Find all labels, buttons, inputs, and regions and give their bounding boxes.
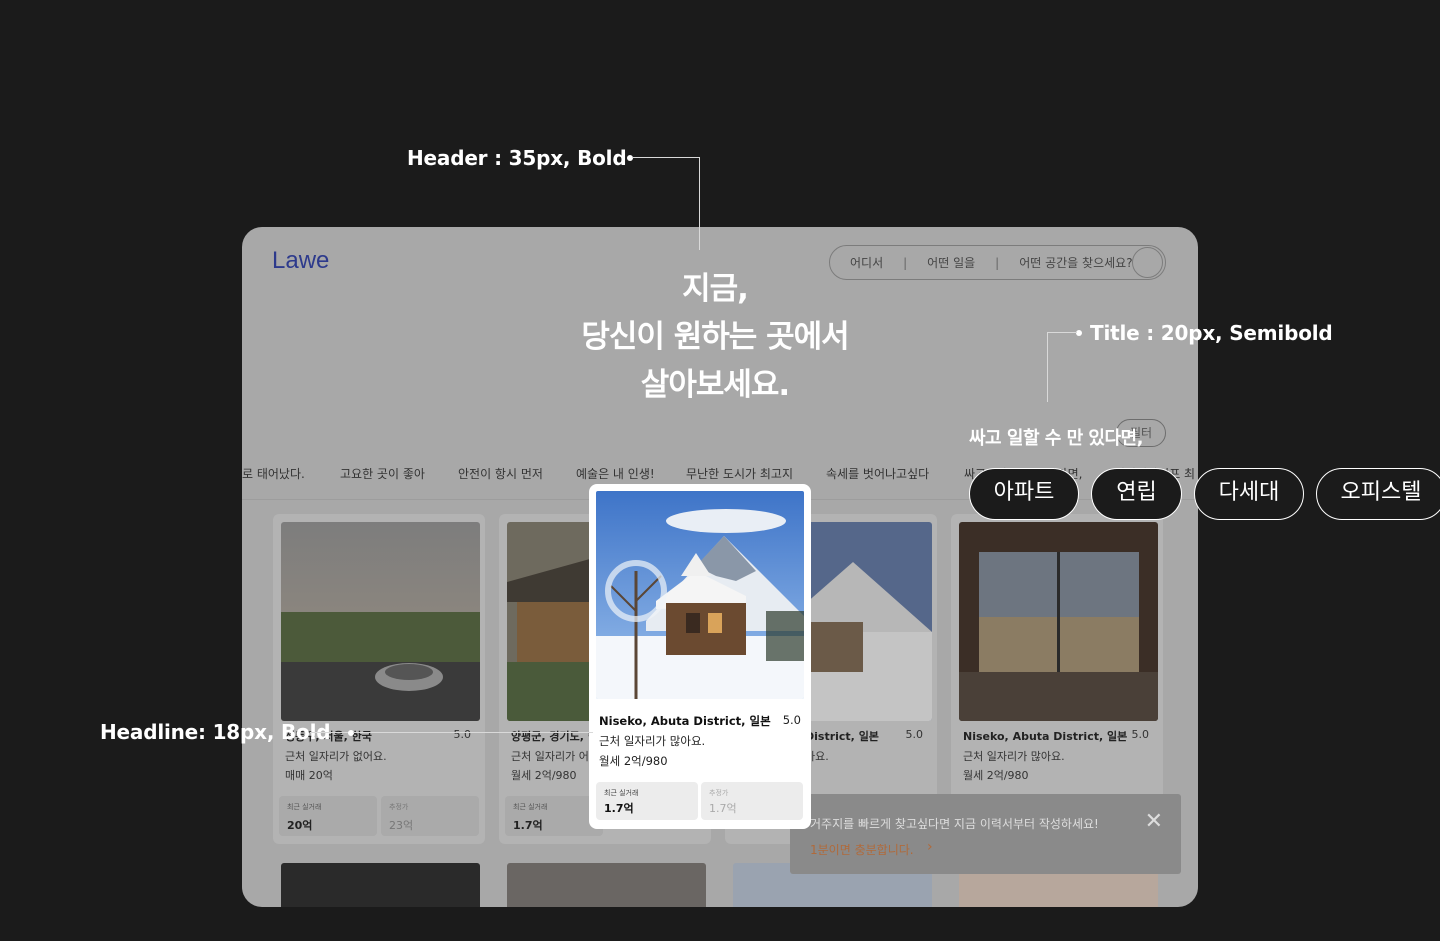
- annotation-dot: [627, 155, 633, 161]
- stat-value: 20억: [287, 819, 313, 832]
- hero-line-1: 지금,: [682, 271, 749, 307]
- category-tab[interactable]: 무난한 도시가 최고지: [686, 465, 793, 482]
- stat-value: 1.7억: [513, 819, 543, 832]
- listing-photo[interactable]: [507, 863, 706, 907]
- listing-price: 월세 2억/980: [511, 769, 577, 782]
- annotation-dot: [348, 730, 354, 736]
- stat-label: 추정가: [389, 803, 409, 811]
- chip-apartment[interactable]: 아파트: [969, 468, 1079, 520]
- annotation-title: Title : 20px, Semibold: [1090, 321, 1333, 345]
- listing-location: Niseko, Abuta District, 일본: [963, 730, 1128, 743]
- category-tab[interactable]: 로 태어났다.: [242, 465, 305, 482]
- listing-photo: [281, 522, 480, 721]
- annotation-line: [310, 732, 350, 733]
- category-tab[interactable]: 예술은 내 인생!: [576, 465, 655, 482]
- listing-price: 매매 20억: [285, 769, 333, 782]
- listing-location: District, 일본: [805, 730, 879, 743]
- recent-deal-stat: 최근 실거래 20억: [279, 796, 377, 836]
- annotation-headline: Headline: 18px, Bold: [100, 720, 331, 744]
- chip-officetel[interactable]: 오피스텔: [1316, 468, 1440, 520]
- listing-rating: 5.0: [1131, 728, 1150, 741]
- chip-townhouse[interactable]: 연립: [1091, 468, 1182, 520]
- listing-rating: 5.0: [905, 728, 924, 741]
- title-sample: 싸고 일할 수 만 있다면,: [969, 428, 1143, 449]
- listing-price: 월세 2억/980: [599, 754, 668, 768]
- toast-cta-link[interactable]: 1분이면 충분합니다.: [810, 841, 914, 858]
- focused-listing-card[interactable]: Niseko, Abuta District, 일본 5.0 근처 일자리가 많…: [589, 484, 811, 829]
- annotation-line: [353, 732, 593, 733]
- listing-location: Niseko, Abuta District, 일본: [599, 714, 771, 728]
- listing-desc: 근처 일자리가 많아요.: [963, 750, 1065, 763]
- annotation-line: [632, 157, 700, 158]
- toast-message: 거주지를 빠르게 찾고싶다면 지금 이력서부터 작성하세요!: [810, 817, 1099, 831]
- category-tab[interactable]: 속세를 벗어나고싶다: [826, 465, 929, 482]
- listing-desc: 근처 일자리가 없어요.: [285, 750, 387, 763]
- recent-deal-stat: 최근 실거래 1.7억: [596, 782, 698, 820]
- annotation-line: [1047, 332, 1077, 333]
- stat-value: 23억: [389, 819, 414, 832]
- chip-multiplex[interactable]: 다세대: [1194, 468, 1304, 520]
- stat-label: 최근 실거래: [604, 789, 639, 797]
- resume-toast[interactable]: 거주지를 빠르게 찾고싶다면 지금 이력서부터 작성하세요! 1분이면 충분합니…: [790, 794, 1181, 874]
- stat-label: 최근 실거래: [287, 803, 322, 811]
- listing-desc: 근처 일자리가 어: [511, 750, 589, 763]
- estimate-stat: 추정가 23억: [381, 796, 479, 836]
- stat-label: 최근 실거래: [513, 803, 548, 811]
- estimate-stat: 추정가 1.7억: [701, 782, 803, 820]
- category-tab[interactable]: 안전이 항시 먼저: [458, 465, 543, 482]
- annotation-line: [1047, 332, 1048, 402]
- listing-price: 월세 2억/980: [963, 769, 1029, 782]
- listing-photo[interactable]: [281, 863, 480, 907]
- stat-label: 추정가: [709, 789, 729, 797]
- stat-value: 1.7억: [604, 802, 634, 815]
- chevron-right-icon[interactable]: ›: [927, 839, 933, 855]
- category-tab[interactable]: 고요한 곳이 좋아: [340, 465, 425, 482]
- close-icon[interactable]: ✕: [1145, 809, 1163, 834]
- listing-rating: 5.0: [453, 728, 472, 741]
- listing-rating: 5.0: [782, 713, 801, 727]
- listing-photo: [959, 522, 1158, 721]
- annotation-dot: [1076, 330, 1082, 336]
- listing-card[interactable]: 성동구, 서울, 한국 5.0 근처 일자리가 없어요. 매매 20억 최근 실…: [273, 514, 485, 844]
- listing-desc: 근처 일자리가 많아요.: [599, 734, 706, 748]
- stat-value: 1.7억: [709, 802, 737, 815]
- listing-photo: [596, 491, 804, 699]
- annotation-header: Header : 35px, Bold: [407, 146, 627, 170]
- annotation-line: [699, 157, 700, 250]
- listing-location: 양평군, 경기도, 한: [511, 730, 598, 743]
